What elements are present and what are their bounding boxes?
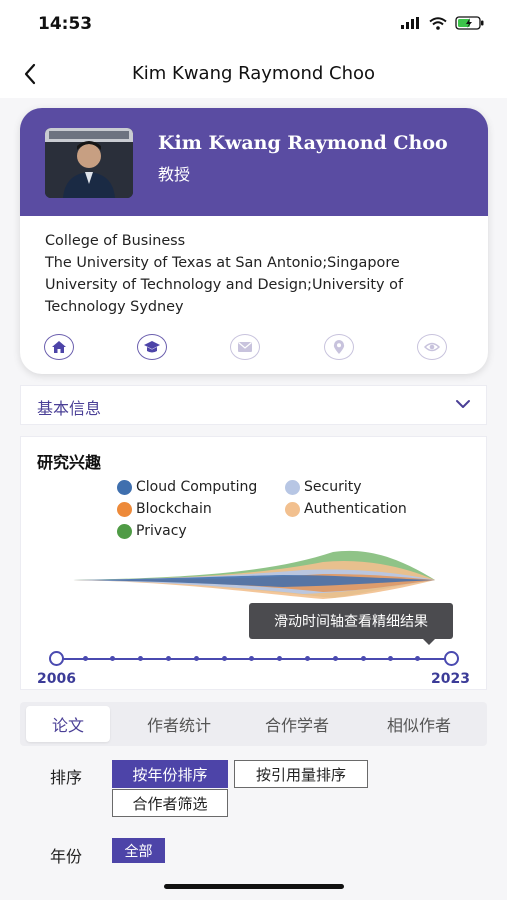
view-icon (424, 342, 440, 352)
affiliation-line: The University of Texas at San Antonio;S… (45, 255, 400, 271)
content-tabs: 论文 作者统计 合作学者 相似作者 (20, 702, 487, 746)
legend-swatch (117, 523, 132, 539)
affiliation-line: College of Business (45, 233, 186, 249)
legend-label: Authentication (304, 501, 407, 517)
location-button[interactable] (324, 334, 354, 360)
view-button[interactable] (417, 334, 447, 360)
profile-header: Kim Kwang Raymond Choo 教授 (20, 108, 488, 216)
home-indicator (164, 884, 344, 889)
affiliation-line: Technology Sydney (45, 299, 184, 315)
profile-actions (44, 334, 454, 364)
timeline-tick (415, 656, 420, 661)
legend-label: Privacy (136, 523, 187, 539)
legend-label: Cloud Computing (136, 479, 258, 495)
legend-item[interactable]: Cloud Computing (117, 479, 257, 495)
interest-streamgraph (73, 550, 435, 599)
legend-item[interactable]: Security (285, 479, 362, 495)
legend-item[interactable]: Privacy (117, 523, 187, 539)
timeline-tick (333, 656, 338, 661)
affiliation-line: University of Technology and Design;Univ… (45, 277, 404, 293)
timeline-tick (305, 656, 310, 661)
legend-swatch (117, 479, 132, 495)
timeline-tick (277, 656, 282, 661)
sort-by-year-chip[interactable]: 按年份排序 (112, 760, 228, 788)
timeline-start-handle[interactable] (49, 651, 64, 666)
wifi-icon (429, 16, 447, 30)
research-interest-card: 研究兴趣 Cloud Computing Security Blockchain… (20, 436, 487, 690)
legend-label: Blockchain (136, 501, 212, 517)
graduation-cap-icon (144, 341, 160, 353)
timeline-tick (361, 656, 366, 661)
timeline-end-label: 2023 (431, 671, 470, 687)
avatar (45, 128, 133, 198)
timeline-tick (388, 656, 393, 661)
education-button[interactable] (137, 334, 167, 360)
tab-similar-authors[interactable]: 相似作者 (364, 706, 474, 742)
profile-role: 教授 (158, 165, 191, 184)
chevron-down-icon (456, 400, 470, 408)
timeline-start-label: 2006 (37, 671, 76, 687)
timeline-tick (166, 656, 171, 661)
legend-swatch (285, 479, 300, 495)
location-icon (333, 339, 345, 354)
timeline-tooltip: 滑动时间轴查看精细结果 (249, 603, 453, 639)
basic-info-section[interactable]: 基本信息 (20, 385, 487, 425)
legend-swatch (285, 501, 300, 517)
tab-author-stats[interactable]: 作者统计 (124, 706, 234, 742)
timeline-slider[interactable] (49, 651, 461, 667)
nav-bar: Kim Kwang Raymond Choo (0, 50, 507, 98)
profile-name: Kim Kwang Raymond Choo (158, 132, 448, 154)
home-icon (52, 341, 66, 353)
coauthor-filter-chip[interactable]: 合作者筛选 (112, 789, 228, 817)
year-label: 年份 (50, 847, 83, 866)
signal-icon (401, 17, 419, 29)
email-button[interactable] (230, 334, 260, 360)
timeline-tick (194, 656, 199, 661)
profile-card: Kim Kwang Raymond Choo 教授 College of Bus… (20, 108, 488, 374)
tab-papers[interactable]: 论文 (26, 706, 110, 742)
timeline-tick (249, 656, 254, 661)
legend-item[interactable]: Blockchain (117, 501, 212, 517)
legend-item[interactable]: Authentication (285, 501, 407, 517)
home-button[interactable] (44, 334, 74, 360)
timeline-tick (83, 656, 88, 661)
basic-info-label: 基本信息 (37, 399, 102, 418)
timeline-tick (110, 656, 115, 661)
status-icons (401, 16, 485, 30)
timeline-tick (222, 656, 227, 661)
sort-by-citations-chip[interactable]: 按引用量排序 (234, 760, 368, 788)
timeline-track (57, 658, 453, 660)
status-bar: 14:53 (0, 0, 507, 50)
legend-swatch (117, 501, 132, 517)
sort-label: 排序 (50, 768, 83, 787)
research-interest-title: 研究兴趣 (37, 453, 102, 472)
tooltip-arrow (423, 639, 435, 645)
tab-coauthors[interactable]: 合作学者 (242, 706, 352, 742)
year-all-chip[interactable]: 全部 (112, 838, 165, 863)
timeline-tick (138, 656, 143, 661)
mail-icon (238, 342, 252, 352)
page-title: Kim Kwang Raymond Choo (131, 63, 376, 84)
status-time: 14:53 (38, 14, 93, 34)
affiliation: College of Business The University of Te… (45, 230, 470, 318)
timeline-end-handle[interactable] (444, 651, 459, 666)
battery-charging-icon (455, 16, 484, 30)
legend-label: Security (304, 479, 362, 495)
